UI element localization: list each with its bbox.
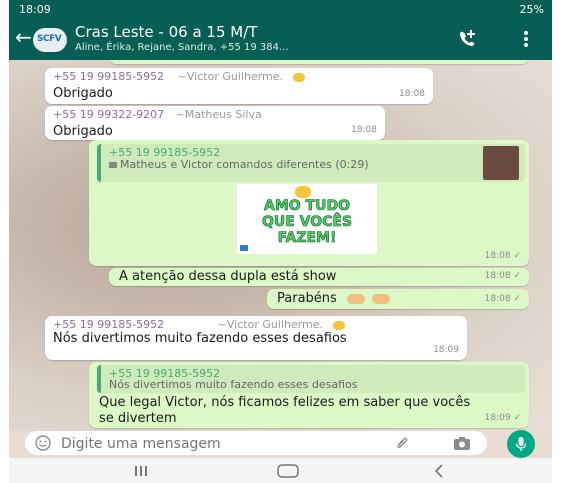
message-text-label: Parabéns (277, 291, 337, 306)
message-bubble-incoming[interactable]: +55 19 99185-5952 ~Victor Guilherme. Nós… (45, 316, 467, 360)
sender-phone: +55 19 99185-5952 (53, 318, 165, 331)
message-bubble-outgoing[interactable]: +55 19 99185-5952 Nós divertimos muito f… (89, 362, 529, 428)
clapping-hands-emoji-icon (346, 293, 365, 304)
message-time: 18:08 ✓ (485, 249, 521, 263)
sticker-text: AMO TUDO QUE VOCÊS FAZEM! (237, 198, 377, 247)
sticker-image[interactable]: AMO TUDO QUE VOCÊS FAZEM! (237, 184, 377, 254)
chat-participants[interactable]: Aline, Érika, Rejane, Sandra, +55 19 384… (75, 42, 289, 53)
quoted-text: Nós divertimos muito fazendo esses desaf… (109, 378, 358, 391)
add-call-icon[interactable] (456, 28, 478, 50)
system-nav-bar (9, 458, 552, 483)
heart-eyes-emoji-icon (295, 186, 311, 198)
message-time: 18:09 (433, 345, 459, 355)
group-avatar[interactable]: SCFV (33, 28, 67, 52)
cool-emoji-icon (292, 72, 305, 82)
sticker-badge-icon (240, 245, 248, 251)
sender-alias: ~Victor Guilherme. (177, 70, 283, 83)
message-text: Nós divertimos muito fazendo esses desaf… (53, 331, 347, 346)
sender-phone: +55 19 99185-5952 (53, 70, 165, 83)
message-time-label: 18:08 (484, 251, 511, 261)
video-thumbnail[interactable] (483, 146, 519, 180)
mic-button[interactable] (507, 430, 535, 458)
cool-emoji-icon (332, 320, 345, 330)
chat-title[interactable]: Cras Leste - 06 a 15 M/T (75, 23, 257, 41)
message-time: 18:08 ✓ (485, 292, 521, 306)
message-bubble-partial[interactable] (109, 60, 529, 64)
message-text: Obrigado (53, 124, 113, 139)
message-time-label: 18:08 (484, 271, 511, 281)
message-input-container[interactable] (25, 431, 487, 455)
message-text: Obrigado (53, 86, 113, 101)
message-sender: +55 19 99185-5952 ~Victor Guilherme. (53, 70, 305, 84)
sender-alias: ~Matheus Silva (175, 108, 262, 121)
attach-icon[interactable] (395, 435, 411, 451)
message-input[interactable] (59, 434, 363, 454)
phone-screen: 18:09 25% ← SCFV Cras Leste - 06 a 15 M/… (9, 0, 552, 483)
sender-phone: +55 19 99322-9207 (53, 108, 165, 121)
battery-level: 25% (519, 3, 544, 16)
sticker-line: QUE VOCÊS (261, 214, 353, 231)
message-sender: +55 19 99185-5952 ~Victor Guilherme. (53, 318, 345, 332)
clapping-hands-emoji-icon (372, 293, 391, 304)
camera-icon[interactable] (453, 435, 471, 451)
nav-recents-icon[interactable] (134, 465, 148, 477)
message-bubble-outgoing[interactable]: +55 19 99185-5952 Matheus e Victor coman… (89, 140, 529, 266)
message-sender: +55 19 99322-9207 ~Matheus Silva (53, 108, 262, 122)
emoji-icon[interactable] (35, 435, 51, 451)
quoted-text-label: Matheus e Victor comandos diferentes (0:… (120, 158, 369, 171)
message-bubble-outgoing[interactable]: Parabéns 18:08 ✓ (267, 289, 529, 309)
message-text: A atenção dessa dupla está show (119, 269, 337, 284)
message-time: 18:08 (351, 125, 377, 135)
message-bubble-outgoing[interactable]: A atenção dessa dupla está show 18:08 ✓ (109, 268, 529, 286)
nav-home-icon[interactable] (277, 464, 299, 478)
nav-back-icon[interactable] (434, 464, 444, 478)
status-time: 18:09 (19, 3, 51, 16)
status-bar: 18:09 25% (9, 0, 552, 20)
sender-alias: ~Victor Guilherme. (217, 318, 323, 331)
chat-header: ← SCFV Cras Leste - 06 a 15 M/T Aline, É… (9, 20, 552, 60)
more-vert-icon[interactable] (523, 29, 529, 49)
video-icon (109, 162, 117, 168)
chat-area[interactable]: +55 19 99185-5952 ~Victor Guilherme. Obr… (9, 60, 552, 431)
quoted-message[interactable]: +55 19 99185-5952 Nós divertimos muito f… (97, 365, 525, 393)
back-arrow-icon[interactable]: ← (15, 27, 32, 47)
sticker-line: FAZEM! (277, 230, 337, 247)
message-time: 18:08 ✓ (485, 269, 521, 283)
message-time: 18:09 ✓ (485, 411, 521, 425)
read-check-icon: ✓ (513, 413, 521, 423)
composer (9, 430, 552, 458)
message-bubble-incoming[interactable]: +55 19 99322-9207 ~Matheus Silva Obrigad… (45, 106, 385, 140)
message-bubble-incoming[interactable]: +55 19 99185-5952 ~Victor Guilherme. Obr… (45, 68, 433, 104)
quoted-text: Matheus e Victor comandos diferentes (0:… (109, 158, 469, 172)
quoted-message[interactable]: +55 19 99185-5952 Matheus e Victor coman… (97, 144, 525, 182)
message-time-label: 18:09 (484, 413, 511, 423)
message-time: 18:08 (399, 89, 425, 99)
read-check-icon: ✓ (513, 294, 521, 304)
mic-icon (515, 437, 527, 451)
avatar-logo-text: SCFV (37, 34, 62, 44)
sticker-line: AMO TUDO (264, 198, 351, 215)
read-check-icon: ✓ (513, 271, 521, 281)
read-check-icon: ✓ (513, 251, 521, 261)
message-time-label: 18:08 (484, 294, 511, 304)
message-text: Que legal Victor, nós ficamos felizes em… (99, 395, 471, 426)
message-text: Parabéns (277, 291, 391, 307)
